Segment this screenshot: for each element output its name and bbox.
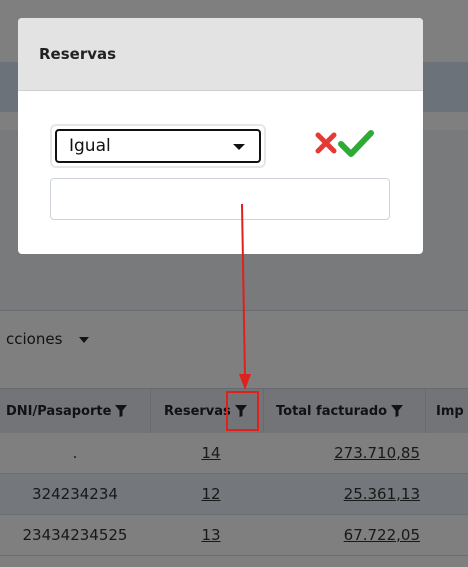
confirm-check-icon[interactable] (338, 128, 374, 158)
filter-modal: Reservas Igual (18, 18, 423, 254)
cancel-x-icon[interactable] (314, 131, 338, 155)
modal-header: Reservas (18, 18, 423, 91)
operator-select-focus-ring: Igual (50, 124, 266, 168)
caret-down-icon (233, 144, 245, 150)
filter-value-input[interactable] (50, 178, 390, 220)
modal-title: Reservas (39, 45, 117, 63)
operator-select[interactable]: Igual (55, 129, 261, 163)
operator-select-value: Igual (69, 136, 111, 156)
